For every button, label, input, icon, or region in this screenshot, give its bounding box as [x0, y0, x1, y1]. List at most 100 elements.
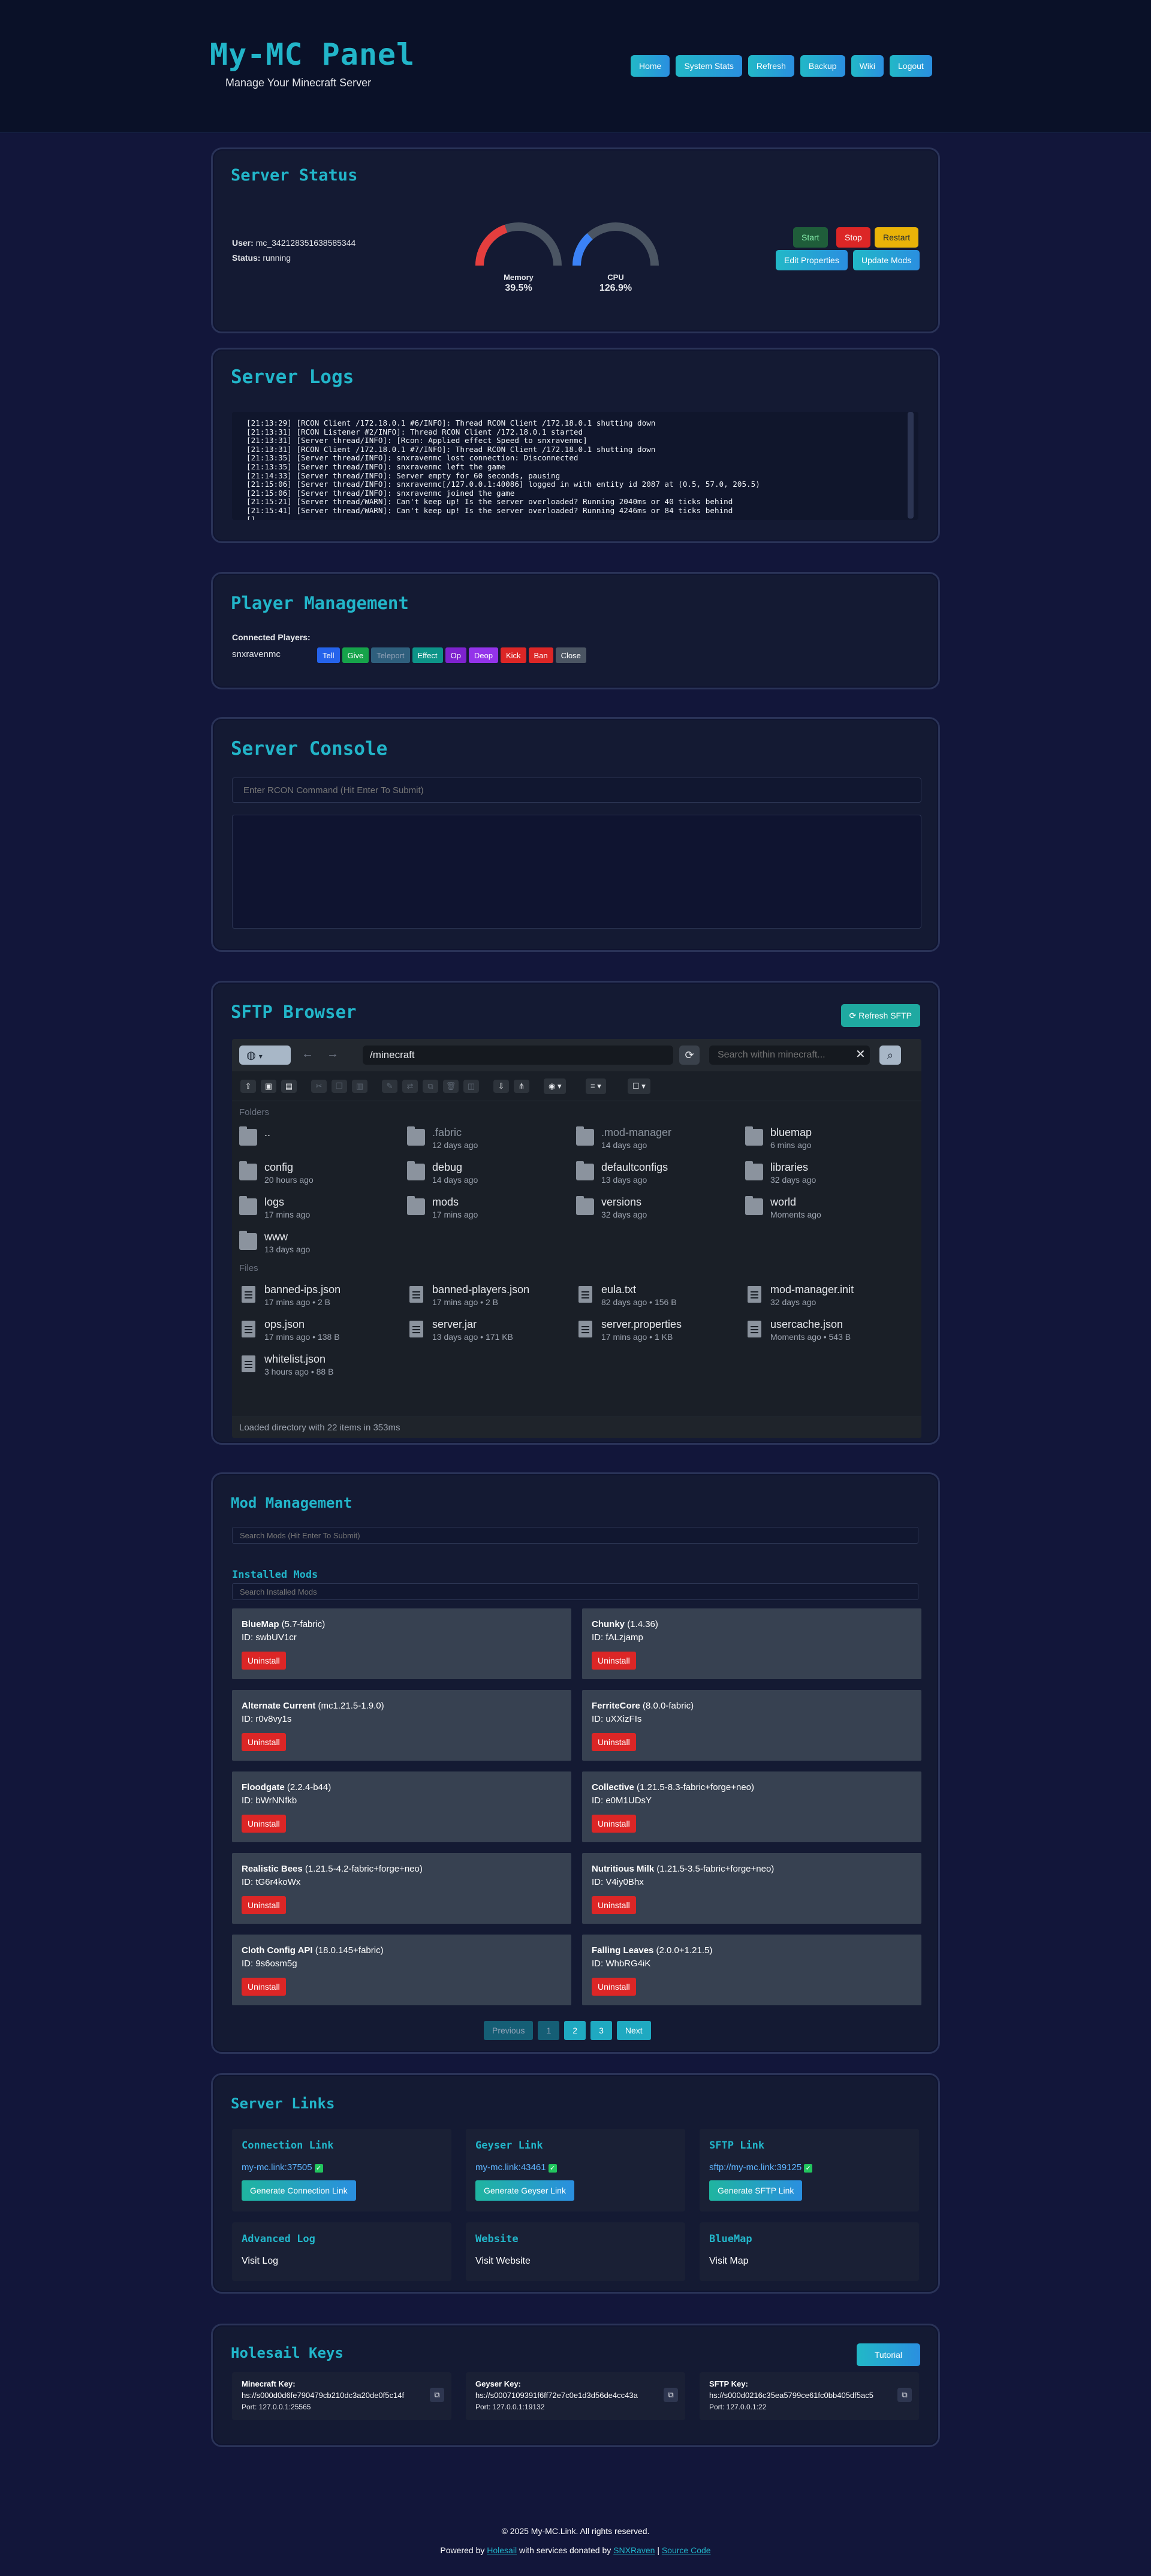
folder-item[interactable]: mods 17 mins ago: [407, 1194, 569, 1222]
give-button[interactable]: Give: [342, 647, 369, 663]
copy-icon[interactable]: ⧉: [430, 2388, 444, 2402]
kick-button[interactable]: Kick: [500, 647, 526, 663]
visit-map-link[interactable]: Visit Map: [709, 2256, 749, 2267]
rename-icon[interactable]: ✎: [382, 1080, 397, 1093]
folder-item[interactable]: www 13 days ago: [239, 1228, 401, 1257]
refresh-sftp-button[interactable]: ⟳ Refresh SFTP: [840, 1004, 920, 1027]
previous-page-button[interactable]: Previous: [484, 2021, 534, 2040]
teleport-button[interactable]: Teleport: [371, 647, 410, 663]
new-file-icon[interactable]: ▤: [281, 1080, 297, 1093]
file-item[interactable]: banned-players.json 17 mins ago • 2 B: [407, 1281, 569, 1310]
new-folder-icon[interactable]: ▣: [261, 1080, 276, 1093]
ban-button[interactable]: Ban: [528, 647, 553, 663]
visit-website-link[interactable]: Visit Website: [475, 2256, 531, 2267]
page-2-button[interactable]: 2: [564, 2021, 586, 2040]
holesail-link[interactable]: Holesail: [487, 2545, 517, 2555]
deop-button[interactable]: Deop: [468, 647, 498, 663]
generate-connection-link-button[interactable]: Generate Connection Link: [242, 2180, 356, 2201]
uninstall-button[interactable]: Uninstall: [242, 1815, 286, 1833]
start-button[interactable]: Start: [793, 227, 828, 248]
file-item[interactable]: server.jar 13 days ago • 171 KB: [407, 1316, 569, 1345]
uninstall-button[interactable]: Uninstall: [592, 1896, 636, 1914]
installed-mods-search-input[interactable]: [232, 1583, 918, 1600]
uninstall-button[interactable]: Uninstall: [592, 1815, 636, 1833]
app-logo[interactable]: My-MC Panel: [210, 37, 415, 72]
connection-link-url[interactable]: my-mc.link:37505 ✓: [242, 2162, 323, 2173]
nav-refresh-button[interactable]: Refresh: [748, 55, 794, 77]
sftp-link-url[interactable]: sftp://my-mc.link:39125 ✓: [709, 2162, 813, 2173]
folder-item[interactable]: versions 32 days ago: [576, 1194, 738, 1222]
select-options-icon[interactable]: ☐ ▾: [628, 1078, 650, 1094]
effect-button[interactable]: Effect: [412, 647, 443, 663]
page-1-button[interactable]: 1: [538, 2021, 560, 2040]
download-icon[interactable]: ⇩: [493, 1080, 509, 1093]
update-mods-button[interactable]: Update Mods: [853, 250, 920, 270]
close-button[interactable]: Close: [555, 647, 586, 663]
log-scrollbar[interactable]: [908, 412, 914, 519]
folder-item[interactable]: .fabric 12 days ago: [407, 1124, 569, 1153]
share-icon[interactable]: ⋔: [514, 1080, 529, 1093]
folder-item[interactable]: libraries 32 days ago: [745, 1159, 907, 1188]
view-options-icon[interactable]: ◉ ▾: [544, 1078, 567, 1094]
nav-wiki-button[interactable]: Wiki: [851, 55, 884, 77]
mod-search-input[interactable]: [232, 1527, 918, 1544]
tell-button[interactable]: Tell: [317, 647, 340, 663]
uninstall-button[interactable]: Uninstall: [242, 1896, 286, 1914]
nav-backup-button[interactable]: Backup: [800, 55, 845, 77]
file-item[interactable]: banned-ips.json 17 mins ago • 2 B: [239, 1281, 401, 1310]
network-menu[interactable]: ◍ ▾: [239, 1046, 291, 1065]
copy-icon[interactable]: ⧉: [897, 2388, 912, 2402]
folder-item[interactable]: bluemap 6 mins ago: [745, 1124, 907, 1153]
delete-icon[interactable]: 🗑: [443, 1080, 459, 1093]
nav-home-button[interactable]: Home: [631, 55, 670, 77]
search-icon[interactable]: ⌕: [879, 1046, 901, 1065]
sort-options-icon[interactable]: ≡ ▾: [586, 1078, 606, 1094]
file-item[interactable]: eula.txt 82 days ago • 156 B: [576, 1281, 738, 1310]
page-3-button[interactable]: 3: [590, 2021, 612, 2040]
nav-logout-button[interactable]: Logout: [890, 55, 932, 77]
tutorial-button[interactable]: Tutorial: [856, 2343, 920, 2366]
folder-item[interactable]: config 20 hours ago: [239, 1159, 401, 1188]
restart-button[interactable]: Restart: [875, 227, 919, 248]
file-search-input[interactable]: [709, 1046, 870, 1065]
duplicate-icon[interactable]: ⧉: [423, 1080, 438, 1093]
folder-item[interactable]: .mod-manager 14 days ago: [576, 1124, 738, 1153]
folder-item[interactable]: ..: [239, 1124, 401, 1153]
rcon-command-input[interactable]: [232, 778, 921, 803]
edit-properties-button[interactable]: Edit Properties: [776, 250, 848, 270]
uninstall-button[interactable]: Uninstall: [242, 1733, 286, 1751]
geyser-link-url[interactable]: my-mc.link:43461 ✓: [475, 2162, 557, 2173]
log-output[interactable]: [21:13:29] [RCON Client /172.18.0.1 #6/I…: [232, 412, 918, 520]
upload-icon[interactable]: ⇪: [240, 1080, 256, 1093]
cut-icon[interactable]: ✂: [311, 1080, 327, 1093]
clear-search-icon[interactable]: ✕: [855, 1047, 866, 1062]
folder-item[interactable]: defaultconfigs 13 days ago: [576, 1159, 738, 1188]
folder-item[interactable]: world Moments ago: [745, 1194, 907, 1222]
next-page-button[interactable]: Next: [616, 2021, 651, 2040]
move-icon[interactable]: ⇄: [402, 1080, 418, 1093]
paste-icon[interactable]: ▥: [352, 1080, 367, 1093]
generate-sftp-link-button[interactable]: Generate SFTP Link: [709, 2180, 803, 2201]
generate-geyser-link-button[interactable]: Generate Geyser Link: [475, 2180, 574, 2201]
file-item[interactable]: usercache.json Moments ago • 543 B: [745, 1316, 907, 1345]
uninstall-button[interactable]: Uninstall: [242, 1652, 286, 1670]
back-arrow-icon[interactable]: ←: [302, 1047, 314, 1061]
file-item[interactable]: mod-manager.init 32 days ago: [745, 1281, 907, 1310]
stop-button[interactable]: Stop: [836, 227, 870, 248]
source-code-link[interactable]: Source Code: [662, 2545, 711, 2555]
copy-icon[interactable]: ⧉: [664, 2388, 678, 2402]
reload-icon[interactable]: ⟳: [679, 1046, 700, 1065]
snxraven-link[interactable]: SNXRaven: [613, 2545, 655, 2555]
op-button[interactable]: Op: [445, 647, 466, 663]
file-item[interactable]: whitelist.json 3 hours ago • 88 B: [239, 1351, 401, 1379]
uninstall-button[interactable]: Uninstall: [592, 1733, 636, 1751]
copy-icon[interactable]: ❐: [332, 1080, 347, 1093]
folder-item[interactable]: debug 14 days ago: [407, 1159, 569, 1188]
file-item[interactable]: server.properties 17 mins ago • 1 KB: [576, 1316, 738, 1345]
path-bar[interactable]: /minecraft: [363, 1046, 673, 1065]
uninstall-button[interactable]: Uninstall: [592, 1978, 636, 1996]
nav-system-stats-button[interactable]: System Stats: [676, 55, 742, 77]
file-item[interactable]: ops.json 17 mins ago • 138 B: [239, 1316, 401, 1345]
folder-item[interactable]: logs 17 mins ago: [239, 1194, 401, 1222]
uninstall-button[interactable]: Uninstall: [592, 1652, 636, 1670]
